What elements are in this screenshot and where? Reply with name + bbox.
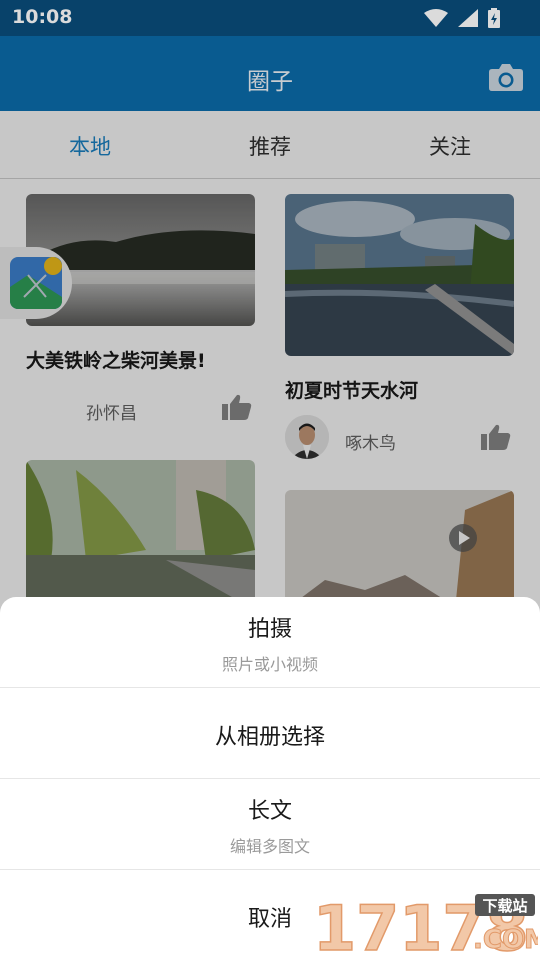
divider: [0, 778, 540, 779]
site-watermark: 17178 下载站 .COM: [313, 891, 538, 960]
capture-sublabel: 照片或小视频: [221, 655, 318, 674]
dim-overlay-top: [0, 0, 540, 111]
album-option[interactable]: 从相册选择: [0, 719, 540, 751]
divider: [0, 869, 540, 870]
watermark-tag: 下载站: [482, 897, 527, 915]
capture-label: 拍摄: [247, 617, 292, 642]
long-article-sublabel: 编辑多图文: [229, 837, 310, 856]
divider: [0, 687, 540, 688]
album-label: 从相册选择: [214, 725, 325, 750]
long-article-label: 长文: [247, 799, 292, 824]
watermark-domain: .COM: [473, 925, 538, 955]
capture-option[interactable]: 拍摄 照片或小视频: [0, 611, 540, 675]
long-article-option[interactable]: 长文 编辑多图文: [0, 793, 540, 857]
